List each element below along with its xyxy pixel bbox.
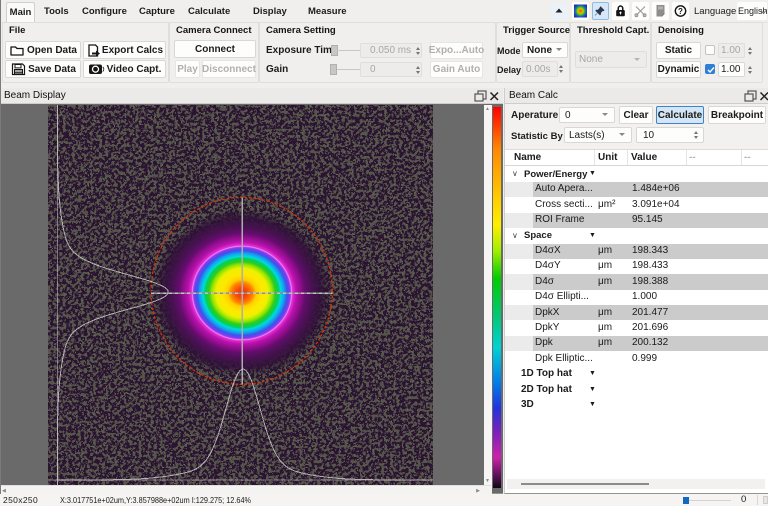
- svg-text:?: ?: [678, 7, 683, 16]
